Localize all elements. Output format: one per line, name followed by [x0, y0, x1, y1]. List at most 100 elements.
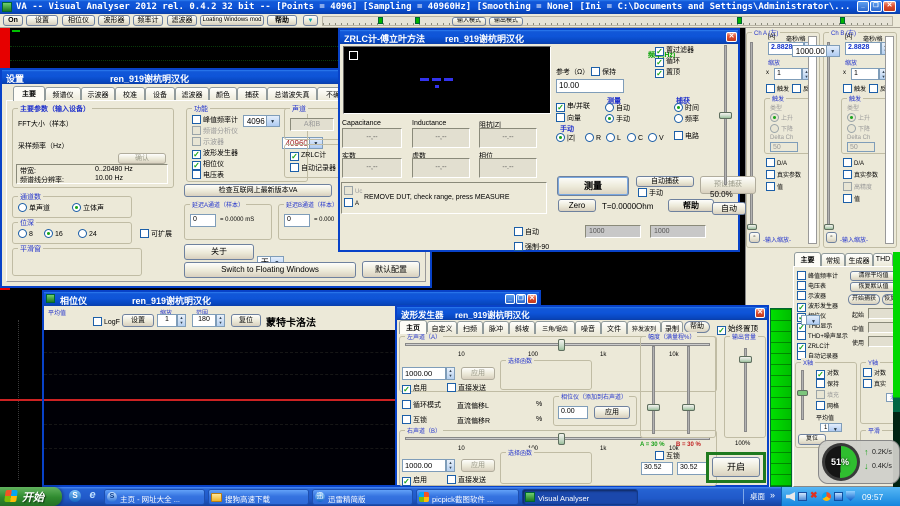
filter-check[interactable]: 置过滤器 [655, 45, 694, 56]
delay-a-field[interactable]: 0 [190, 214, 216, 227]
default-config-button[interactable]: 默认配置 [362, 261, 420, 278]
floating-windows-button[interactable]: Loating Windows mod [200, 15, 264, 26]
channel-b-realparams-check[interactable]: 真实参数 [843, 170, 878, 179]
vector-check[interactable]: 向量 [556, 113, 581, 123]
channel-b-hiprec-check[interactable]: 高精度 [843, 182, 872, 191]
dock-tab-thd[interactable]: THD [873, 253, 893, 266]
dock-tab-main[interactable]: 主要 [794, 252, 821, 266]
amp-a-field[interactable]: 30.52 [641, 462, 673, 475]
confirm-button[interactable]: 确认 [118, 153, 166, 164]
right-apply-button[interactable]: 应用 [461, 459, 495, 472]
trigger-rise-radio[interactable]: 上升 [847, 113, 870, 122]
ruler-marker[interactable] [840, 17, 845, 24]
channel-a-realparams-check[interactable]: 真实参数 [766, 170, 801, 179]
amp-a-thumb[interactable] [647, 404, 660, 411]
right-freq-thumb[interactable] [558, 433, 565, 445]
dock-start-capture-button[interactable]: 开始捕获 [848, 294, 880, 305]
xaxis-fill-check[interactable]: 填充 [816, 390, 839, 399]
wavegen-tab-pulse[interactable]: 脉冲 [483, 321, 509, 334]
force-90-check[interactable]: 强制-90 [514, 242, 549, 252]
delta-ch-field[interactable]: 50 [847, 142, 875, 152]
mode-c-radio[interactable]: C [627, 133, 643, 142]
left-freq-spinner[interactable] [446, 367, 455, 380]
depth-24-radio[interactable]: 24 [78, 229, 97, 238]
phase-close-icon[interactable]: ✕ [527, 294, 537, 304]
tray-app-icon[interactable] [822, 492, 831, 501]
measure-manual-radio[interactable]: 手动 [605, 114, 630, 124]
settings-tab-device[interactable]: 设备 [145, 87, 175, 101]
zrlc-level-thumb[interactable] [719, 112, 732, 119]
filter-button[interactable]: 滤波器 [167, 15, 197, 26]
zrlc-help-button[interactable]: 帮助 [668, 199, 714, 212]
dock-check-scope[interactable]: 示波器 [797, 291, 826, 300]
loop-mode-check[interactable]: 循环模式 [402, 400, 441, 410]
dropdown-arrow-icon[interactable]: ▼ [303, 15, 318, 26]
channel-a-scroll-track[interactable] [808, 36, 817, 244]
left-freq-thumb[interactable] [558, 339, 565, 351]
dock-tab-general[interactable]: 常规 [821, 253, 845, 266]
measure-button[interactable]: 测量 [557, 176, 629, 196]
wavegen-titlebar[interactable]: 波形发生器 ren_919谢杭明汉化 ✕ [397, 307, 767, 320]
amp-interlock-check[interactable]: 互锁 [655, 451, 680, 461]
channel-a-trigger-check[interactable]: 触发 [766, 84, 789, 93]
channel-b-msdiv-field[interactable]: 2.8828 [845, 42, 881, 55]
uc-check[interactable]: Uc [344, 186, 362, 195]
mode-l-radio[interactable]: L [606, 133, 621, 142]
circuit-check[interactable]: 电路 [674, 131, 699, 141]
settings-tab-scope[interactable]: 示波器 [81, 87, 115, 101]
phase-titlebar[interactable]: 相位仪 ren_919谢杭明汉化 _ ❐ ✕ [44, 292, 539, 306]
func-spectrum-check[interactable]: 频谱分析仪 [192, 126, 238, 136]
func-voltmeter-check[interactable]: 电压表 [192, 170, 224, 180]
capture-time-radio[interactable]: 时间 [674, 103, 699, 113]
wavegen-tab-ramp[interactable]: 斜坡 [509, 321, 535, 334]
channel-a-value-check[interactable]: 值 [766, 182, 783, 191]
zrlc-field-1[interactable]: 1000 [585, 225, 641, 238]
phase-add-field[interactable]: 0.00 [558, 406, 588, 419]
wavegen-tab-file[interactable]: 文件 [601, 321, 627, 334]
func-phase-check[interactable]: 相位仪 [192, 159, 224, 170]
zrlc-display-checkbox[interactable] [349, 51, 358, 60]
phase-method-combo[interactable] [801, 315, 820, 325]
func-scope-check[interactable]: 示波器 [192, 137, 224, 147]
logf-check[interactable]: LogF [93, 317, 120, 326]
xaxis-log-check[interactable]: 对数 [816, 368, 839, 379]
switch-floating-button[interactable]: Switch to Floating Windows [184, 262, 356, 278]
channel-b-value-check[interactable]: 值 [843, 194, 860, 203]
help-button[interactable]: 帮助 [267, 15, 297, 26]
right-freq-spinner[interactable] [446, 459, 455, 472]
channel-b-level-thumb[interactable] [824, 224, 834, 230]
quicklaunch-sogou-icon[interactable]: S [69, 490, 81, 502]
yaxis-real-check[interactable]: 真实 [863, 379, 886, 388]
settings-tab-main[interactable]: 主要 [13, 86, 45, 101]
zrlc-auto-button[interactable]: 自动 [712, 202, 746, 215]
settings-tab-spectrum[interactable]: 频谱仪 [45, 87, 81, 101]
dock-restore-button[interactable]: 恢复默认值 [850, 282, 897, 292]
phase-range-field[interactable]: 180 [192, 314, 216, 327]
xaxis-thumb[interactable] [797, 390, 808, 396]
phase-add-apply-button[interactable]: 应用 [594, 406, 630, 419]
task-button-sogou-download[interactable]: 搜狗高速下载 [208, 489, 309, 505]
loop-check[interactable]: 循环 [655, 56, 680, 67]
wavegen-tab-main[interactable]: 主页 [399, 320, 427, 334]
phase-reset-button[interactable]: 复位 [231, 314, 261, 327]
minimize-button[interactable]: _ [857, 1, 869, 12]
tray-monitor-icon[interactable] [834, 492, 843, 501]
right-direct-check[interactable]: 直接发送 [447, 475, 486, 485]
amp-a-slider[interactable] [652, 346, 655, 434]
amp-b-slider[interactable] [687, 346, 690, 434]
start-button[interactable]: 开始 [0, 487, 62, 506]
mode-r-radio[interactable]: R [585, 133, 601, 142]
channel-b-input-scale-button[interactable]: ▫ [826, 232, 837, 243]
channel-a-level-slider[interactable] [750, 42, 753, 228]
phase-range-spinner[interactable] [216, 314, 225, 327]
volume-thumb[interactable] [739, 356, 752, 363]
mono-radio[interactable]: 单声道 [18, 203, 50, 213]
tray-clock[interactable]: 09:57 [862, 492, 883, 502]
channel-a-da-check[interactable]: D/A [766, 158, 787, 167]
dock-check-thdnoise[interactable]: THD+噪声显示 [797, 331, 848, 340]
capture-freq-radio[interactable]: 频率 [674, 114, 699, 124]
left-enable-check[interactable]: 启用 [402, 383, 427, 394]
xaxis-avg-combo[interactable]: 1 [820, 423, 842, 432]
settings-tab-filter[interactable]: 滤波器 [175, 87, 209, 101]
channel-b-da-check[interactable]: D/A [843, 158, 864, 167]
